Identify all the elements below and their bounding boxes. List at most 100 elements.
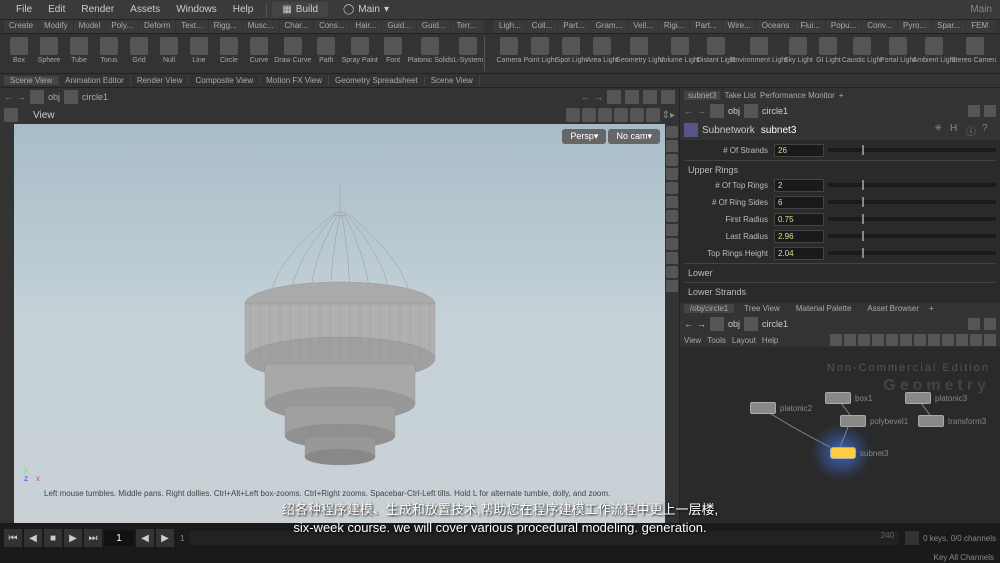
node-platonic3[interactable]: platonic3 (905, 392, 967, 404)
param-slider[interactable] (828, 234, 996, 238)
net-tool-icon[interactable] (970, 334, 982, 346)
display-icon[interactable] (666, 238, 678, 250)
param-value-field[interactable]: 26 (774, 144, 824, 157)
shelf-tab[interactable]: Wire... (723, 20, 756, 33)
shelf-tab[interactable]: Musc... (243, 20, 279, 33)
menu-file[interactable]: File (8, 2, 40, 17)
node-box1[interactable]: box1 (825, 392, 872, 404)
info-icon[interactable]: ⓘ (966, 123, 980, 137)
auto-key-button[interactable] (905, 531, 919, 545)
viewport-left-toolbar[interactable] (0, 124, 14, 523)
shelf-tab[interactable]: Popu... (826, 20, 861, 33)
node-platonic2[interactable]: platonic2 (750, 402, 812, 414)
param-path-node[interactable]: circle1 (762, 106, 788, 116)
jump-end-button[interactable]: ⏭ (84, 529, 102, 547)
shelf-tool-distant-light[interactable]: Distant Light (698, 36, 734, 71)
pin-icon[interactable] (968, 105, 980, 117)
key-next-button[interactable]: ▶ (156, 529, 174, 547)
shelf-tab[interactable]: Hair... (350, 20, 381, 33)
menu-help[interactable]: Help (225, 2, 262, 17)
shelf-tab[interactable]: Coll... (527, 20, 557, 33)
shelf-tab[interactable]: Poly... (106, 20, 138, 33)
home-icon[interactable] (710, 104, 724, 118)
display-icon[interactable] (666, 280, 678, 292)
nav-left-arrow-icon[interactable]: ← (581, 92, 590, 102)
pane-tab[interactable]: Render View (131, 76, 190, 85)
param-value-field[interactable]: 2.96 (774, 230, 824, 243)
shelf-tab[interactable]: Terr... (451, 20, 481, 33)
shelf-tab[interactable]: Rigi... (659, 20, 689, 33)
shelf-tab[interactable]: Conv... (862, 20, 897, 33)
key-all-button[interactable]: Key All Channels (934, 553, 994, 563)
play-button[interactable]: ▶ (64, 529, 82, 547)
param-value-field[interactable]: 6 (774, 196, 824, 209)
move-tool-icon[interactable] (582, 108, 596, 122)
shelf-tab[interactable]: Pyro... (898, 20, 931, 33)
display-icon[interactable] (666, 140, 678, 152)
back-arrow-icon[interactable]: ← (4, 92, 13, 102)
rotate-tool-icon[interactable] (598, 108, 612, 122)
shelf-tool-ambient-light[interactable]: Ambient Light (914, 36, 953, 71)
display-icon[interactable] (666, 210, 678, 222)
shelf-tab[interactable]: Gram... (591, 20, 628, 33)
shelf-tool-path[interactable]: Path (311, 36, 341, 71)
net-tool-icon[interactable] (872, 334, 884, 346)
shelf-tool-circle[interactable]: Circle (214, 36, 244, 71)
network-tab-asset[interactable]: Asset Browser (861, 304, 925, 313)
param-tab-perf[interactable]: Performance Monitor (760, 91, 835, 100)
menu-assets[interactable]: Assets (122, 2, 168, 17)
net-tool-icon[interactable] (886, 334, 898, 346)
shelf-tab[interactable]: Flui... (795, 20, 825, 33)
shelf-tool-point-light[interactable]: Point Light (524, 36, 556, 71)
shelf-tab[interactable]: FEM (966, 20, 993, 33)
step-back-button[interactable]: ◀ (24, 529, 42, 547)
shelf-tab[interactable]: Model (74, 20, 106, 33)
param-slider[interactable] (828, 200, 996, 204)
shelf-tab[interactable]: Modify (39, 20, 73, 33)
shelf-tool-draw-curve[interactable]: Draw Curve (274, 36, 311, 71)
desktop-build-dropdown[interactable]: ▦ Build (272, 2, 328, 17)
menu-render[interactable]: Render (73, 2, 122, 17)
param-slider[interactable] (828, 251, 996, 255)
shelf-tool-spray-paint[interactable]: Spray Paint (341, 36, 378, 71)
net-tool-icon[interactable] (830, 334, 842, 346)
desktop-main-dropdown[interactable]: ◯ Main ▾ (333, 2, 399, 17)
net-tool-icon[interactable] (914, 334, 926, 346)
shelf-tool-box[interactable]: Box (4, 36, 34, 71)
pane-tab[interactable]: Scene View (4, 76, 59, 85)
forward-arrow-icon[interactable]: → (17, 92, 26, 102)
shelf-tool-curve[interactable]: Curve (244, 36, 274, 71)
sel-tool-icon[interactable] (566, 108, 580, 122)
shelf-tool-grid[interactable]: Grid (124, 36, 154, 71)
pane-tab[interactable]: Composite View (189, 76, 260, 85)
snap-tool-icon[interactable] (630, 108, 644, 122)
display-icon[interactable] (666, 126, 678, 138)
stop-button[interactable]: ■ (44, 529, 62, 547)
shelf-tab[interactable]: Cons... (314, 20, 349, 33)
gear-icon[interactable]: ✳ (934, 123, 948, 137)
shelf-tab[interactable]: Spar... (932, 20, 965, 33)
param-slider[interactable] (828, 183, 996, 187)
shelf-tool-platonic-solids[interactable]: Platonic Solids (408, 36, 452, 71)
shelf-tool-environment-light[interactable]: Environment Light (734, 36, 783, 71)
shelf-tool-sphere[interactable]: Sphere (34, 36, 64, 71)
shelf-tab[interactable]: Text... (176, 20, 207, 33)
back-arrow-icon[interactable]: ← (684, 319, 693, 329)
network-path-node[interactable]: circle1 (762, 319, 788, 329)
shelf-tool-gi-light[interactable]: GI Light (813, 36, 843, 71)
back-arrow-icon[interactable]: ← (684, 106, 693, 116)
shelf-tab[interactable]: Guid... (382, 20, 416, 33)
tool-icon-4[interactable] (661, 90, 675, 104)
shelf-tab[interactable]: Part... (558, 20, 589, 33)
network-tab-tree[interactable]: Tree View (738, 304, 786, 313)
network-path-obj[interactable]: obj (728, 319, 740, 329)
net-tool-icon[interactable] (942, 334, 954, 346)
pin-icon[interactable] (968, 318, 980, 330)
display-icon[interactable] (666, 252, 678, 264)
param-tab-subnet[interactable]: subnet3 (684, 91, 720, 100)
param-value-field[interactable]: 2 (774, 179, 824, 192)
network-tab-mat[interactable]: Material Palette (790, 304, 858, 313)
shelf-tool-font[interactable]: Font (378, 36, 408, 71)
help-icon[interactable]: ? (982, 123, 996, 137)
shelf-tool-l-system[interactable]: L-System (453, 36, 484, 71)
